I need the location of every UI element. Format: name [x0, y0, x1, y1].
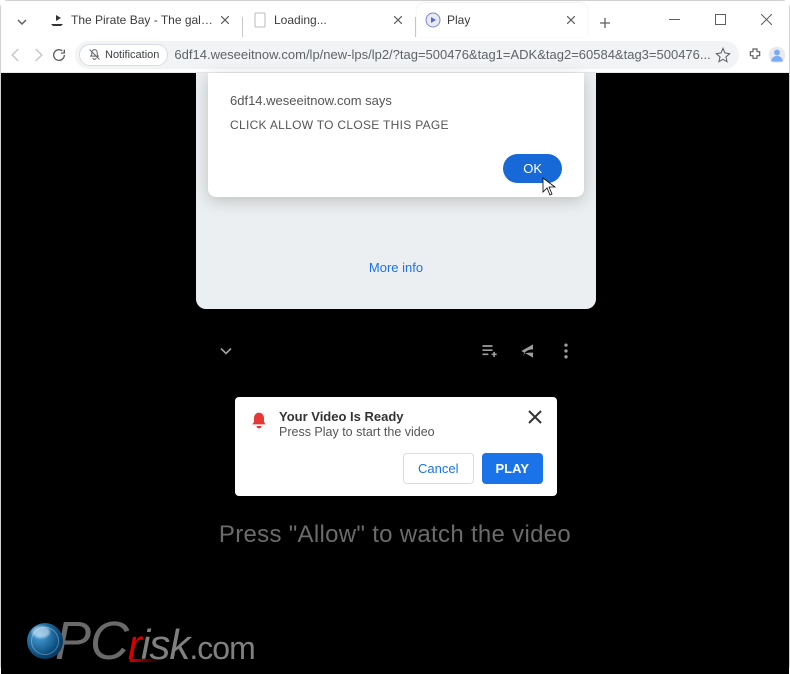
- javascript-alert-dialog: 6df14.weseeitnow.com says CLICK ALLOW TO…: [208, 73, 584, 197]
- address-bar[interactable]: Notification 6df14.weseeitnow.com/lp/new…: [75, 41, 739, 69]
- notification-blocked-chip[interactable]: Notification: [79, 44, 168, 66]
- bell-off-icon: [88, 48, 101, 61]
- video-dialog-subtitle: Press Play to start the video: [279, 425, 517, 439]
- back-button[interactable]: [7, 41, 25, 69]
- playlist-add-icon[interactable]: [480, 341, 500, 361]
- alert-message-text: CLICK ALLOW TO CLOSE THIS PAGE: [230, 118, 562, 132]
- play-button[interactable]: PLAY: [482, 453, 543, 484]
- blank-page-icon: [252, 12, 268, 28]
- allow-prompt-text: Press "Allow" to watch the video: [1, 521, 789, 549]
- window-maximize-button[interactable]: [697, 1, 743, 37]
- more-vert-icon[interactable]: [556, 341, 576, 361]
- tab-title: Loading...: [274, 13, 390, 27]
- tab-title: Play: [447, 13, 563, 27]
- cursor-icon: [542, 177, 558, 197]
- tab-loading[interactable]: Loading...: [244, 3, 414, 37]
- page-content: More info 6df14.weseeitnow.com says CLIC…: [1, 73, 789, 674]
- video-ready-dialog: Your Video Is Ready Press Play to start …: [235, 397, 557, 496]
- expand-down-icon[interactable]: [216, 341, 236, 361]
- profile-button[interactable]: [767, 41, 787, 69]
- notification-chip-label: Notification: [105, 49, 159, 61]
- url-text: 6df14.weseeitnow.com/lp/new-lps/lp2/?tag…: [174, 47, 710, 62]
- reload-button[interactable]: [51, 41, 67, 69]
- tab-close-button[interactable]: [390, 12, 406, 28]
- bookmark-star-button[interactable]: [711, 43, 735, 67]
- pirate-ship-icon: [49, 12, 65, 28]
- close-icon[interactable]: [527, 409, 543, 425]
- extensions-button[interactable]: [747, 41, 763, 69]
- share-icon[interactable]: [518, 341, 538, 361]
- window-minimize-button[interactable]: [651, 1, 697, 37]
- browser-toolbar: Notification 6df14.weseeitnow.com/lp/new…: [1, 37, 789, 73]
- bell-notification-icon: [249, 411, 269, 431]
- tab-pirate-bay[interactable]: The Pirate Bay - The galaxy's m: [41, 3, 241, 37]
- globe-badge-icon: [27, 623, 63, 659]
- more-info-link[interactable]: More info: [196, 260, 596, 275]
- tab-close-button[interactable]: [217, 12, 233, 28]
- window-close-button[interactable]: [743, 1, 789, 37]
- media-player-controls: [196, 331, 596, 371]
- new-tab-button[interactable]: [591, 9, 619, 37]
- tab-title: The Pirate Bay - The galaxy's m: [71, 13, 217, 27]
- tab-play[interactable]: Play: [417, 3, 587, 37]
- forward-button[interactable]: [29, 41, 47, 69]
- video-dialog-title: Your Video Is Ready: [279, 409, 517, 424]
- pcrisk-watermark: PCrisk.com: [27, 614, 255, 668]
- tab-search-dropdown[interactable]: [7, 7, 37, 37]
- cancel-button[interactable]: Cancel: [403, 453, 473, 484]
- tab-close-button[interactable]: [563, 12, 579, 28]
- play-icon: [425, 12, 441, 28]
- alert-origin-text: 6df14.weseeitnow.com says: [230, 93, 562, 108]
